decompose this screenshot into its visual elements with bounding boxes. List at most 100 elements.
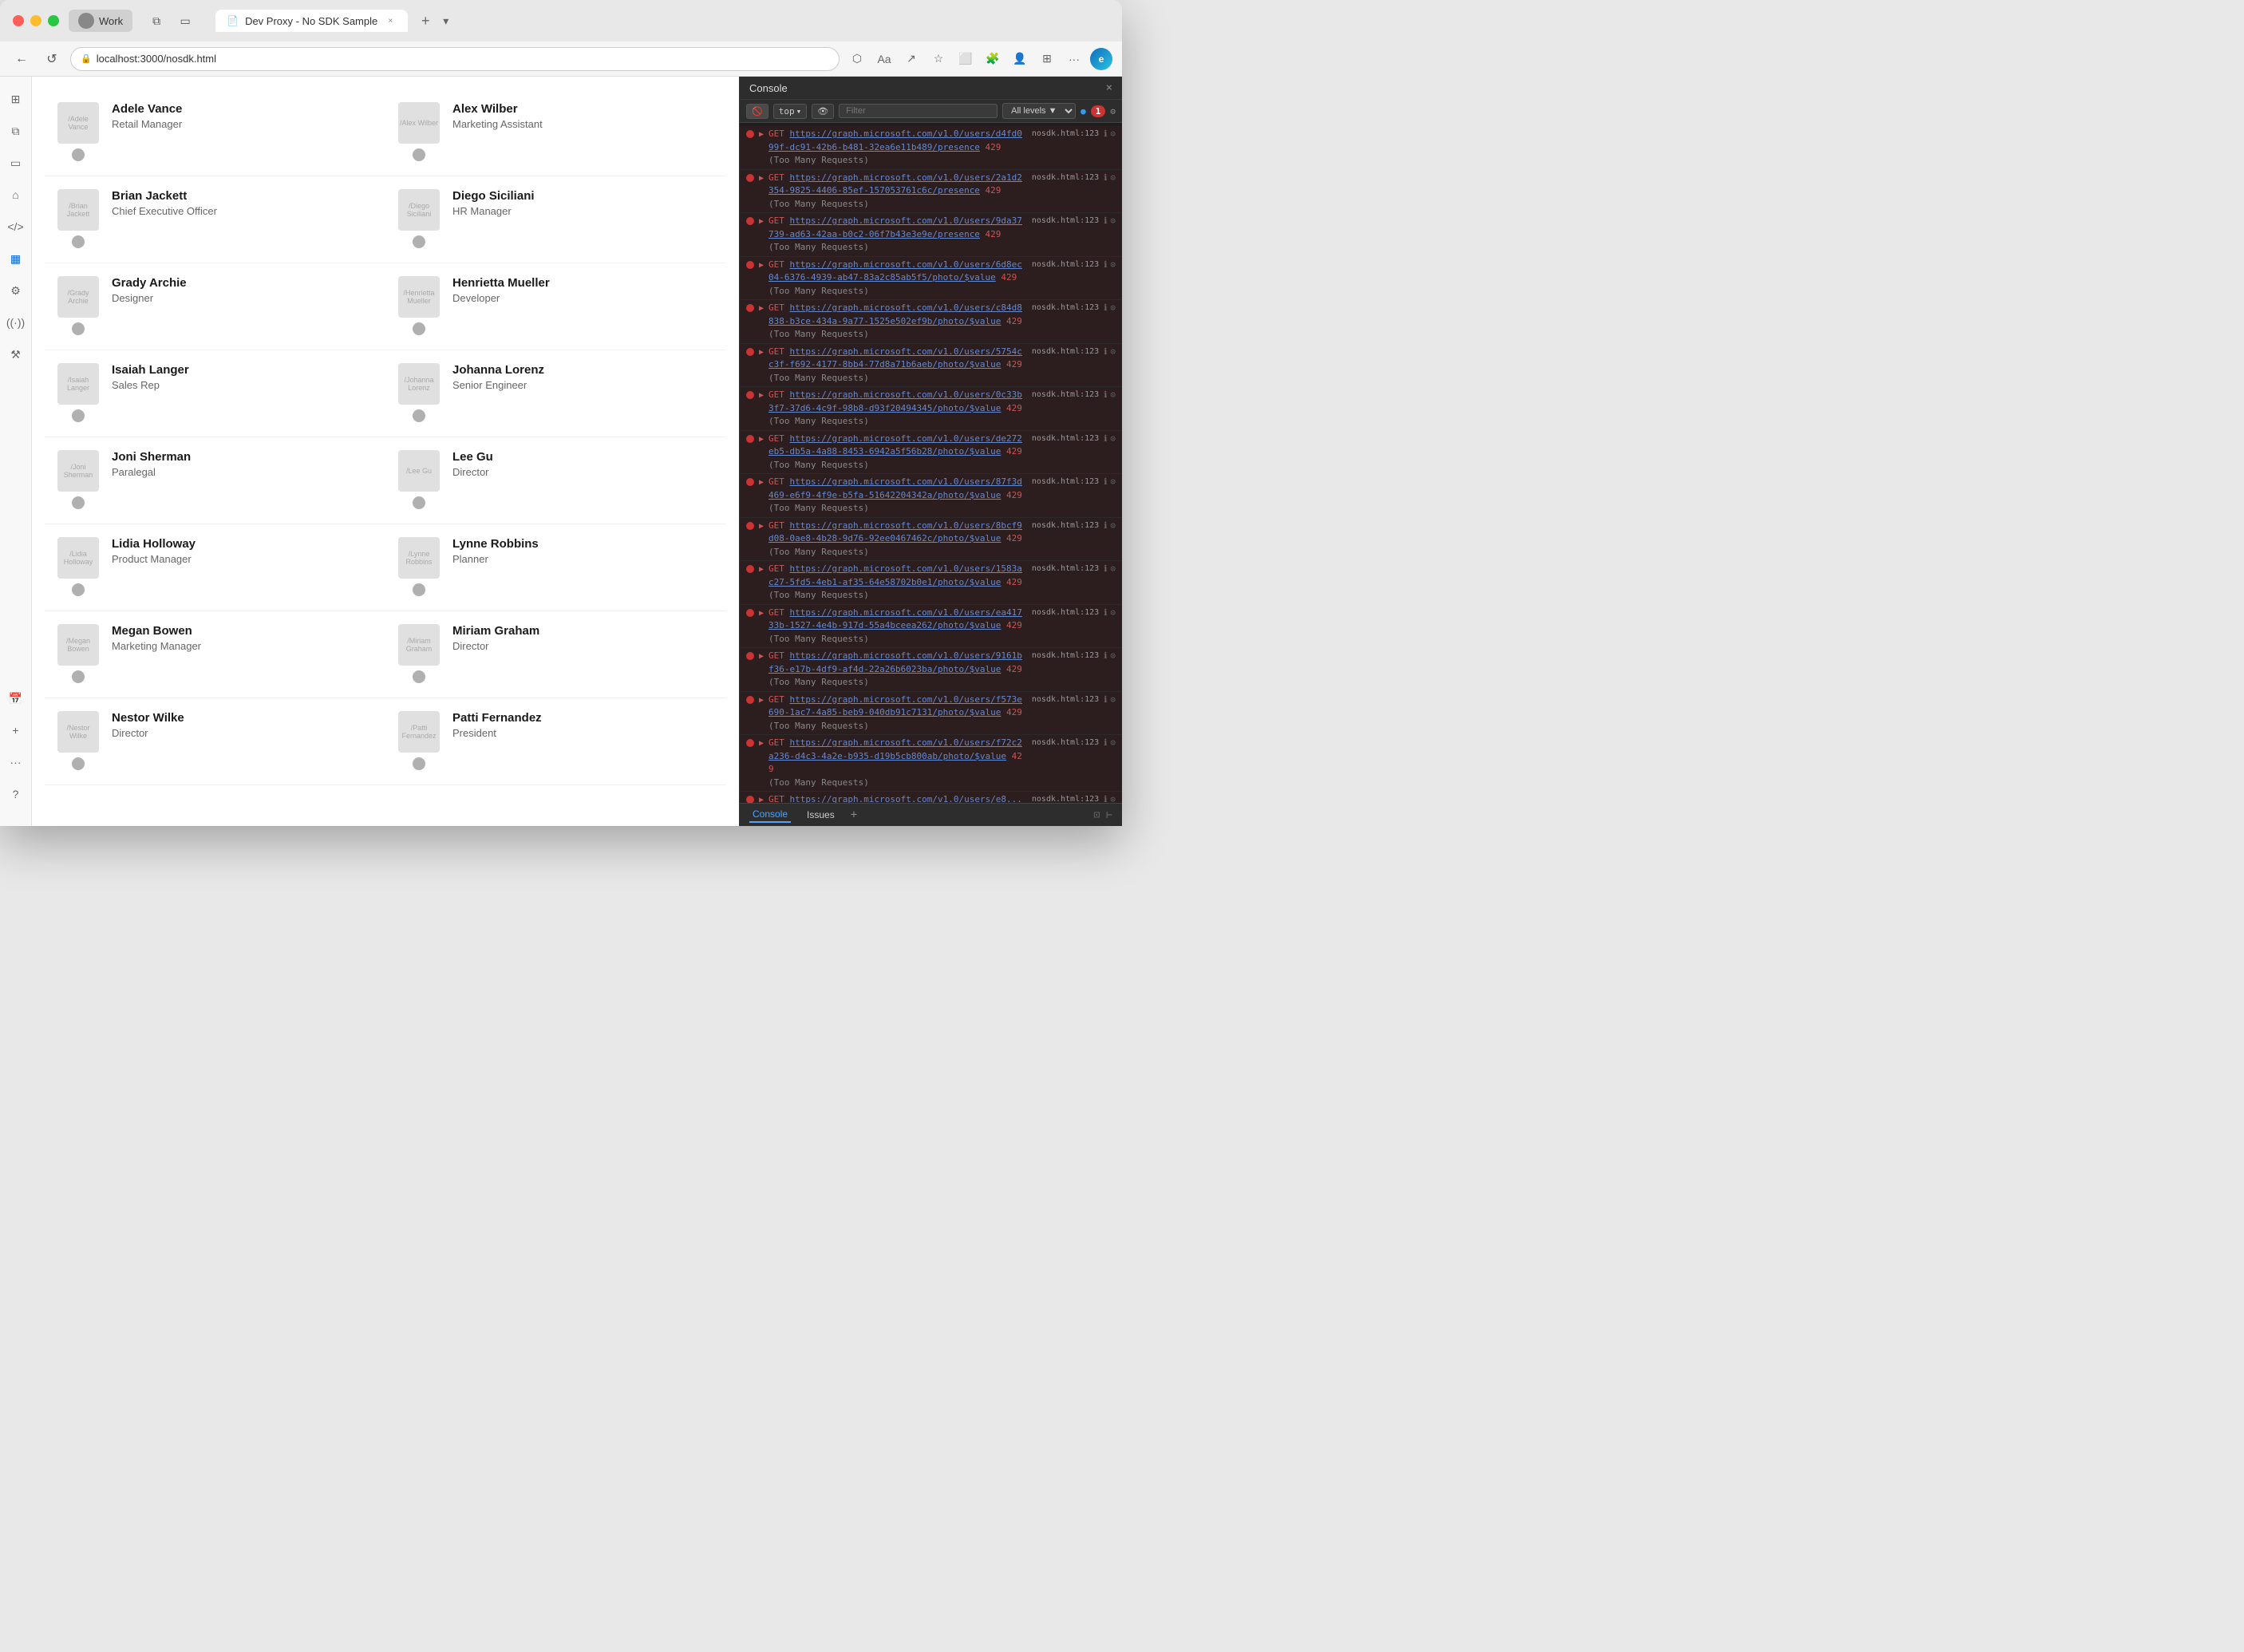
console-info-icon[interactable]: ℹ <box>1104 128 1107 141</box>
console-info-icon[interactable]: ℹ <box>1104 694 1107 707</box>
back-button[interactable]: ← <box>10 47 34 71</box>
console-url-link[interactable]: https://graph.microsoft.com/v1.0/users/e… <box>768 607 1022 631</box>
person-card[interactable]: /Miriam Graham Miriam Graham Director <box>385 611 726 698</box>
console-info-icon[interactable]: ℹ <box>1104 389 1107 402</box>
console-tab-issues[interactable]: Issues <box>804 808 838 822</box>
new-tab-button[interactable]: + <box>414 10 437 32</box>
extensions-icon[interactable]: 🧩 <box>982 48 1004 70</box>
person-card[interactable]: /Nestor Wilke Nestor Wilke Director <box>45 698 385 785</box>
console-url-link[interactable]: https://graph.microsoft.com/v1.0/users/1… <box>768 563 1022 587</box>
expand-icon[interactable]: ▶ <box>759 794 764 803</box>
person-card[interactable]: /Johanna Lorenz Johanna Lorenz Senior En… <box>385 350 726 437</box>
sidebar-icon-table[interactable]: ▦ <box>3 246 29 271</box>
console-info-icon[interactable]: ℹ <box>1104 563 1107 576</box>
console-url-link[interactable]: https://graph.microsoft.com/v1.0/users/2… <box>768 172 1022 196</box>
console-network-icon[interactable]: ⊙ <box>1110 650 1116 663</box>
split-icon[interactable]: ⬜ <box>954 48 977 70</box>
expand-icon[interactable]: ▶ <box>759 128 764 140</box>
console-url-link[interactable]: https://graph.microsoft.com/v1.0/users/9… <box>768 215 1022 239</box>
console-eye-button[interactable]: 👁 <box>812 104 834 119</box>
console-bottom-icon-1[interactable]: ⊡ <box>1093 809 1100 821</box>
console-network-icon[interactable]: ⊙ <box>1110 563 1116 576</box>
console-url-link[interactable]: https://graph.microsoft.com/v1.0/users/5… <box>768 346 1022 370</box>
expand-icon[interactable]: ▶ <box>759 607 764 619</box>
console-network-icon[interactable]: ⊙ <box>1110 172 1116 185</box>
console-info-icon[interactable]: ℹ <box>1104 607 1107 620</box>
person-card[interactable]: /Lidia Holloway Lidia Holloway Product M… <box>45 524 385 611</box>
console-info-icon[interactable]: ℹ <box>1104 433 1107 446</box>
console-url-link[interactable]: https://graph.microsoft.com/v1.0/users/c… <box>768 302 1022 326</box>
console-network-icon[interactable]: ⊙ <box>1110 476 1116 489</box>
console-file-ref[interactable]: nosdk.html:123 <box>1032 520 1099 532</box>
console-url-link[interactable]: https://graph.microsoft.com/v1.0/users/8… <box>768 476 1022 500</box>
favorites-icon[interactable]: ☆ <box>927 48 950 70</box>
console-info-icon[interactable]: ℹ <box>1104 346 1107 359</box>
person-card[interactable]: /Brian Jackett Brian Jackett Chief Execu… <box>45 176 385 263</box>
console-settings-icon[interactable]: ⚙ <box>1110 106 1116 117</box>
console-file-ref[interactable]: nosdk.html:123 <box>1032 563 1099 575</box>
console-info-icon[interactable]: ℹ <box>1104 520 1107 533</box>
sidebar-icon-copy[interactable]: ⧉ <box>3 118 29 144</box>
sidebar-icon-home[interactable]: ⌂ <box>3 182 29 207</box>
expand-icon[interactable]: ▶ <box>759 259 764 271</box>
expand-icon[interactable]: ▶ <box>759 389 764 401</box>
console-file-ref[interactable]: nosdk.html:123 <box>1032 650 1099 662</box>
person-card[interactable]: /Joni Sherman Joni Sherman Paralegal <box>45 437 385 524</box>
console-file-ref[interactable]: nosdk.html:123 <box>1032 476 1099 488</box>
console-url-link[interactable]: https://graph.microsoft.com/v1.0/users/f… <box>768 694 1022 718</box>
console-file-ref[interactable]: nosdk.html:123 <box>1032 607 1099 619</box>
expand-icon[interactable]: ▶ <box>759 737 764 749</box>
console-file-ref[interactable]: nosdk.html:123 <box>1032 389 1099 401</box>
tab-close-button[interactable]: × <box>384 14 397 27</box>
person-card[interactable]: /Alex Wilber Alex Wilber Marketing Assis… <box>385 89 726 176</box>
console-close-button[interactable]: × <box>1106 81 1112 94</box>
share2-icon[interactable]: ↗ <box>900 48 922 70</box>
sidebar-icon-calendar[interactable]: 📅 <box>3 686 29 711</box>
share-icon[interactable]: ⬡ <box>846 48 868 70</box>
console-network-icon[interactable]: ⊙ <box>1110 389 1116 402</box>
console-url-link[interactable]: https://graph.microsoft.com/v1.0/users/6… <box>768 259 1022 283</box>
person-card[interactable]: /Diego Siciliani Diego Siciliani HR Mana… <box>385 176 726 263</box>
person-card[interactable]: /Lynne Robbins Lynne Robbins Planner <box>385 524 726 611</box>
active-tab[interactable]: 📄 Dev Proxy - No SDK Sample × <box>215 10 408 32</box>
sidebar-icon-grid[interactable]: ⊞ <box>3 86 29 112</box>
console-file-ref[interactable]: nosdk.html:123 <box>1032 793 1099 803</box>
expand-icon[interactable]: ▶ <box>759 694 764 706</box>
console-info-icon[interactable]: ℹ <box>1104 302 1107 315</box>
console-url-link[interactable]: https://graph.microsoft.com/v1.0/users/9… <box>768 650 1022 674</box>
expand-icon[interactable]: ▶ <box>759 346 764 358</box>
person-card[interactable]: /Megan Bowen Megan Bowen Marketing Manag… <box>45 611 385 698</box>
sidebar-icon-wifi[interactable]: ((·)) <box>3 310 29 335</box>
sidebar-icon-tools[interactable]: ⚒ <box>3 342 29 367</box>
console-info-icon[interactable]: ℹ <box>1104 215 1107 228</box>
expand-icon[interactable]: ▶ <box>759 520 764 532</box>
console-tab-console[interactable]: Console <box>749 807 791 823</box>
profile-icon[interactable]: 👤 <box>1009 48 1031 70</box>
expand-icon[interactable]: ▶ <box>759 215 764 227</box>
minimize-button[interactable] <box>30 15 41 26</box>
console-info-icon[interactable]: ℹ <box>1104 172 1107 185</box>
console-file-ref[interactable]: nosdk.html:123 <box>1032 302 1099 314</box>
person-card[interactable]: /Henrietta Mueller Henrietta Mueller Dev… <box>385 263 726 350</box>
close-button[interactable] <box>13 15 24 26</box>
console-url-link[interactable]: https://graph.microsoft.com/v1.0/users/f… <box>768 737 1022 761</box>
split-view-button[interactable]: ▭ <box>174 10 196 32</box>
expand-icon[interactable]: ▶ <box>759 650 764 662</box>
console-file-ref[interactable]: nosdk.html:123 <box>1032 128 1099 140</box>
console-info-icon[interactable]: ℹ <box>1104 737 1107 750</box>
sidebar-icon-add[interactable]: + <box>3 717 29 743</box>
console-network-icon[interactable]: ⊙ <box>1110 302 1116 315</box>
console-file-ref[interactable]: nosdk.html:123 <box>1032 737 1099 749</box>
sidebar-icon-more[interactable]: ··· <box>3 749 29 775</box>
console-network-icon[interactable]: ⊙ <box>1110 694 1116 707</box>
console-info-icon[interactable]: ℹ <box>1104 793 1107 803</box>
console-level-select[interactable]: All levels ▼ <box>1002 103 1076 119</box>
maximize-button[interactable] <box>48 15 59 26</box>
console-network-icon[interactable]: ⊙ <box>1110 346 1116 359</box>
console-network-icon[interactable]: ⊙ <box>1110 259 1116 272</box>
tab-dropdown-button[interactable]: ▾ <box>443 14 448 28</box>
expand-icon[interactable]: ▶ <box>759 563 764 575</box>
console-file-ref[interactable]: nosdk.html:123 <box>1032 433 1099 445</box>
console-clear-button[interactable]: 🚫 <box>746 104 768 119</box>
console-filter-input[interactable] <box>839 104 998 118</box>
